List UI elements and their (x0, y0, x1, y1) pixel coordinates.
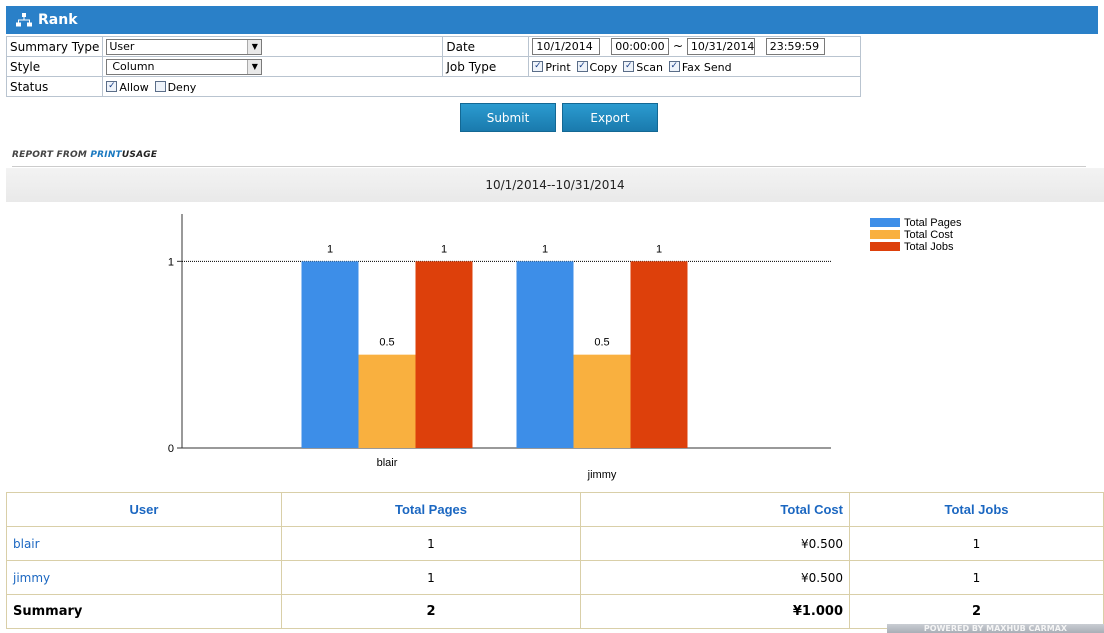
bar-value-label: 0.5 (379, 337, 394, 349)
bar (573, 354, 631, 448)
x-tick-label: blair (377, 457, 398, 469)
y-tick-label: 0 (168, 443, 174, 455)
rank-table: User Total Pages Total Cost Total Jobs b… (6, 492, 1104, 629)
page-title: Rank (38, 12, 78, 28)
cell-total-pages: 1 (281, 526, 581, 561)
legend-label: Total Pages (904, 217, 962, 229)
summary-label: Summary (6, 594, 282, 629)
bar (630, 261, 688, 448)
report-source-prefix: REPORT FROM (12, 150, 91, 160)
window-title-bar: Rank (6, 6, 1098, 34)
bar-value-label: 1 (656, 243, 662, 255)
cell-total-jobs: 1 (849, 526, 1104, 561)
powered-by-banner: POWERED BY MAXHUB CARMAX (887, 624, 1104, 633)
table-header-row: User Total Pages Total Cost Total Jobs (6, 492, 1104, 527)
chart-canvas: 0 1 1 0.5 1 blair 1 0.5 1 jimmy Total PagesTotal C… (168, 214, 962, 481)
job-type-label: Job Type (442, 56, 530, 77)
summary-total-pages: 2 (281, 594, 581, 629)
legend-label: Total Cost (904, 229, 953, 241)
summary-total-cost: ¥1.000 (580, 594, 850, 629)
date-from-input[interactable]: 10/1/2014 (532, 38, 601, 55)
status-deny-checkbox[interactable] (154, 80, 166, 92)
bar (358, 354, 416, 448)
job-scan-checkbox[interactable] (623, 60, 635, 72)
range-separator: ~ (673, 39, 684, 53)
x-tick-label: jimmy (587, 469, 617, 481)
user-link[interactable]: blair (6, 526, 282, 561)
legend-swatch (870, 218, 900, 227)
chevron-down-icon: ▼ (247, 59, 262, 74)
bar-value-label: 0.5 (594, 337, 609, 349)
bar-value-label: 1 (441, 243, 447, 255)
y-tick-label: 1 (168, 256, 174, 268)
hierarchy-icon (16, 13, 32, 27)
job-print-label: Print (545, 60, 571, 74)
summary-type-select[interactable]: User ▼ (106, 38, 263, 55)
legend-label: Total Jobs (904, 241, 954, 253)
time-to-input[interactable]: 23:59:59 (765, 38, 825, 55)
bar-value-label: 1 (327, 243, 333, 255)
summary-type-value: User (109, 40, 135, 53)
table-row: jimmy 1 ¥0.500 1 (6, 560, 1104, 595)
submit-button[interactable]: Submit (460, 103, 556, 132)
report-brand-usage: USAGE (121, 150, 158, 160)
cell-total-pages: 1 (281, 560, 581, 595)
job-fax-checkbox[interactable] (668, 60, 680, 72)
bar-value-label: 1 (542, 243, 548, 255)
chevron-down-icon: ▼ (247, 39, 262, 54)
style-value: Column (112, 60, 155, 73)
job-copy-label: Copy (589, 60, 618, 74)
col-total-jobs: Total Jobs (849, 492, 1104, 527)
divider (12, 166, 1086, 167)
job-copy-checkbox[interactable] (576, 60, 588, 72)
date-label: Date (442, 36, 530, 57)
cell-total-cost: ¥0.500 (580, 526, 850, 561)
style-label: Style (5, 56, 104, 77)
bar (301, 261, 359, 448)
date-to-input[interactable]: 10/31/2014 (686, 38, 755, 55)
time-from-input[interactable]: 00:00:00 (611, 38, 670, 55)
status-allow-label: Allow (119, 80, 149, 94)
style-select[interactable]: Column ▼ (106, 58, 263, 75)
job-print-checkbox[interactable] (532, 60, 544, 72)
cell-total-jobs: 1 (849, 560, 1104, 595)
export-button[interactable]: Export (562, 103, 658, 132)
date-range-label: 10/1/2014--10/31/2014 (485, 178, 625, 192)
job-scan-label: Scan (636, 60, 663, 74)
legend-swatch (870, 230, 900, 239)
cell-total-cost: ¥0.500 (580, 560, 850, 595)
rank-chart: 0 1 1 0.5 1 blair 1 0.5 1 jimmy Total Pages Total C… (6, 204, 1104, 492)
table-row: blair 1 ¥0.500 1 (6, 526, 1104, 561)
status-allow-checkbox[interactable] (106, 80, 118, 92)
report-source: REPORT FROM PRINTUSAGE (12, 150, 157, 160)
report-brand-print: PRINT (90, 150, 122, 160)
summary-type-label: Summary Type (5, 36, 104, 57)
job-fax-label: Fax Send (681, 60, 732, 74)
filter-form: Summary Type User ▼ Date 10/1/2014 00:00… (5, 36, 861, 97)
legend-swatch (870, 242, 900, 251)
bar (516, 261, 574, 448)
col-total-cost: Total Cost (580, 492, 850, 527)
date-range-band: 10/1/2014--10/31/2014 (6, 168, 1104, 202)
status-label: Status (5, 76, 104, 97)
user-link[interactable]: jimmy (6, 560, 282, 595)
col-total-pages: Total Pages (281, 492, 581, 527)
bar (415, 261, 473, 448)
col-user: User (6, 492, 282, 527)
status-deny-label: Deny (167, 80, 197, 94)
